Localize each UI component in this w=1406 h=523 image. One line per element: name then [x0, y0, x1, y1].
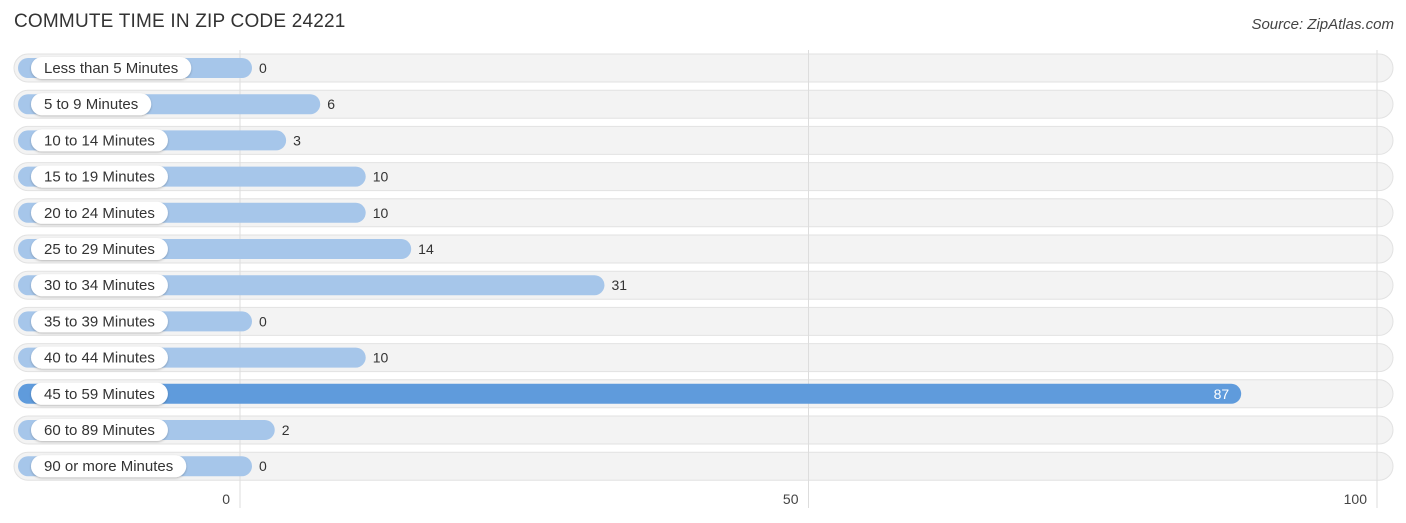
- x-tick-label: 50: [783, 491, 799, 507]
- bar-row: 20 to 24 Minutes 10: [18, 201, 389, 224]
- x-tick-label: 100: [1344, 491, 1368, 507]
- bar-row: 30 to 34 Minutes 31: [18, 274, 627, 297]
- category-label: 20 to 24 Minutes: [44, 205, 155, 222]
- value-label: 87: [1214, 386, 1230, 402]
- category-label: Less than 5 Minutes: [44, 60, 178, 77]
- category-label: 90 or more Minutes: [44, 458, 173, 475]
- value-label: 6: [327, 96, 335, 112]
- value-label: 3: [293, 132, 301, 148]
- category-label: 25 to 29 Minutes: [44, 241, 155, 258]
- value-label: 2: [282, 422, 290, 438]
- category-label: 45 to 59 Minutes: [44, 386, 155, 403]
- value-label: 31: [611, 277, 627, 293]
- bar: [18, 383, 1242, 404]
- bar-row: 60 to 89 Minutes 2: [18, 419, 290, 441]
- category-label: 60 to 89 Minutes: [44, 422, 155, 439]
- value-label: 0: [259, 60, 267, 76]
- category-label: 40 to 44 Minutes: [44, 350, 155, 367]
- value-label: 14: [418, 241, 434, 257]
- category-label: 5 to 9 Minutes: [44, 96, 138, 113]
- value-label: 10: [373, 205, 389, 221]
- bar-row: 25 to 29 Minutes 14: [18, 238, 434, 260]
- category-label: 15 to 19 Minutes: [44, 169, 155, 186]
- bar-row: 35 to 39 Minutes 0: [18, 310, 267, 333]
- value-label: 10: [373, 169, 389, 185]
- value-label: 0: [259, 313, 267, 329]
- bar-row: 45 to 59 Minutes 87: [18, 382, 1242, 405]
- bar-row: 10 to 14 Minutes 3: [18, 129, 301, 152]
- category-label: 35 to 39 Minutes: [44, 313, 155, 330]
- category-label: 30 to 34 Minutes: [44, 277, 155, 294]
- value-label: 10: [373, 350, 389, 366]
- category-label: 10 to 14 Minutes: [44, 132, 155, 149]
- x-tick-label: 0: [222, 491, 230, 507]
- bar-row: Less than 5 Minutes 0: [18, 57, 267, 79]
- value-label: 0: [259, 458, 267, 474]
- bar-row: 15 to 19 Minutes 10: [18, 165, 389, 188]
- bar-row: 90 or more Minutes 0: [18, 455, 267, 478]
- bar-row: 5 to 9 Minutes 6: [18, 93, 335, 116]
- bar-row: 40 to 44 Minutes 10: [18, 346, 389, 369]
- bar-chart: Less than 5 Minutes 0 5 to 9 Minutes 6 10 to…: [13, 50, 1394, 508]
